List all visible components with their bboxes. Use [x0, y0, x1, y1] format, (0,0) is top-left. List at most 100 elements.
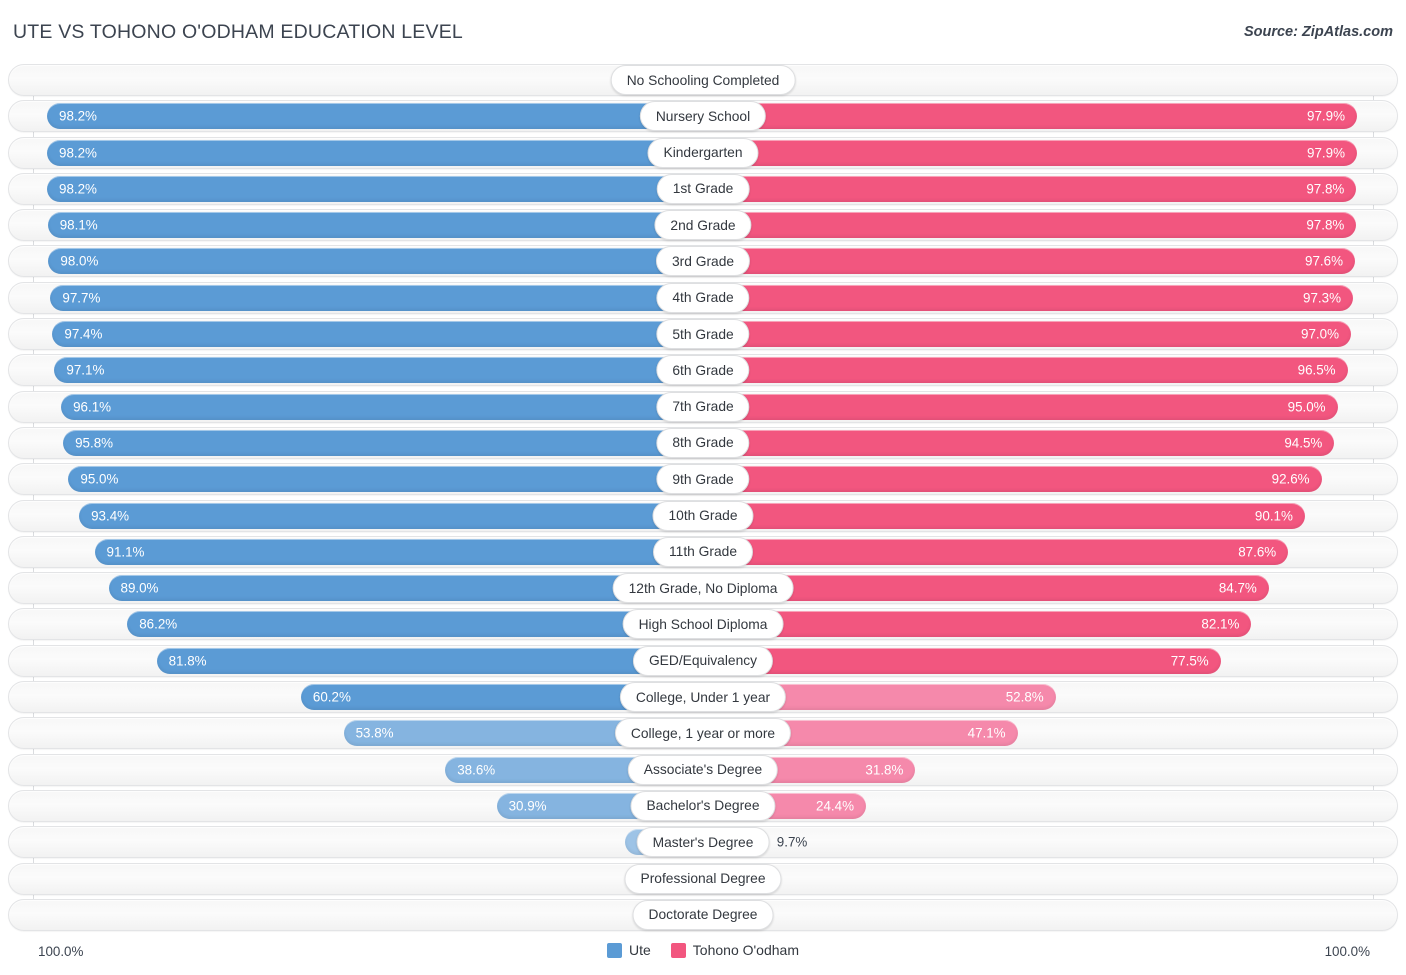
bar-ute[interactable]: 98.1% — [47, 212, 703, 239]
bar-row[interactable]: 2.3%2.3%No Schooling Completed — [0, 64, 1406, 96]
bar-tohono[interactable]: 77.5% — [703, 647, 1221, 674]
category-label[interactable]: No Schooling Completed — [610, 65, 796, 95]
bar-ute[interactable]: 86.2% — [127, 611, 703, 638]
category-label[interactable]: GED/Equivalency — [632, 645, 774, 676]
bar-ute[interactable]: 98.2% — [47, 175, 703, 202]
category-label[interactable]: 11th Grade — [652, 536, 754, 567]
bar-ute[interactable]: 81.8% — [156, 647, 703, 674]
bar-half-tohono: 92.6% — [703, 466, 1406, 493]
plot-area: 2.3%2.3%No Schooling Completed 98.2% 97.9%… — [0, 64, 1406, 936]
bar-tohono[interactable]: 90.1% — [703, 502, 1305, 529]
bar-row[interactable]: 95.0% 92.6% 9th Grade — [0, 463, 1406, 496]
bar-row[interactable]: 96.1% 95.0% 7th Grade — [0, 390, 1406, 423]
bar-value-ute: 89.0% — [120, 580, 159, 596]
category-label[interactable]: Associate's Degree — [627, 754, 779, 785]
bar-value-ute: 98.0% — [60, 253, 99, 269]
category-label[interactable]: 2nd Grade — [654, 210, 752, 241]
bar-row[interactable]: 98.2% 97.9% Kindergarten — [0, 136, 1406, 169]
legend-item[interactable]: Tohono O'odham — [670, 942, 799, 958]
category-label[interactable]: 6th Grade — [656, 355, 750, 386]
bar-half-ute: 11.7% — [0, 829, 703, 856]
bar-row[interactable]: 81.8% 77.5% GED/Equivalency — [0, 644, 1406, 677]
bar-tohono[interactable]: 97.8% — [703, 212, 1357, 239]
category-label[interactable]: 7th Grade — [656, 391, 750, 422]
category-label[interactable]: College, Under 1 year — [619, 682, 787, 713]
bar-ute[interactable]: 97.1% — [54, 357, 703, 384]
bar-tohono[interactable]: 97.8% — [703, 175, 1357, 202]
bar-half-ute: 95.8% — [0, 429, 703, 456]
bar-tohono[interactable]: 95.0% — [703, 393, 1338, 420]
bar-ute[interactable]: 97.7% — [50, 284, 703, 311]
bar-row[interactable]: 30.9% 24.4% Bachelor's Degree — [0, 789, 1406, 822]
category-label[interactable]: 9th Grade — [656, 464, 750, 495]
bar-row[interactable]: 98.2% 97.8% 1st Grade — [0, 172, 1406, 205]
bar-value-ute: 93.4% — [91, 507, 130, 523]
category-label[interactable]: Nursery School — [639, 101, 767, 132]
bar-ute[interactable]: 97.4% — [52, 321, 703, 348]
category-label[interactable]: 8th Grade — [656, 427, 750, 458]
bar-tohono[interactable]: 82.1% — [703, 611, 1252, 638]
category-label[interactable]: 10th Grade — [652, 500, 754, 531]
category-label[interactable]: 12th Grade, No Diploma — [612, 573, 794, 604]
bar-tohono[interactable]: 92.6% — [703, 466, 1322, 493]
bar-row[interactable]: 98.0% 97.6% 3rd Grade — [0, 245, 1406, 278]
category-label[interactable]: Kindergarten — [647, 137, 759, 168]
category-label[interactable]: 3rd Grade — [655, 246, 751, 277]
bar-row[interactable]: 60.2% 52.8% College, Under 1 year — [0, 681, 1406, 714]
bar-tohono[interactable]: 97.6% — [703, 248, 1355, 275]
bar-row[interactable]: 86.2% 82.1% High School Diploma — [0, 608, 1406, 641]
bar-row[interactable]: 89.0% 84.7% 12th Grade, No Diploma — [0, 572, 1406, 605]
bar-row[interactable]: 95.8% 94.5% 8th Grade — [0, 426, 1406, 459]
bar-value-ute: 60.2% — [312, 689, 351, 705]
bar-row[interactable]: 4.0%2.8%Professional Degree — [0, 862, 1406, 895]
bar-tohono[interactable]: 94.5% — [703, 429, 1335, 456]
bar-value-tohono: 97.8% — [1306, 217, 1345, 233]
bar-tohono[interactable]: 97.3% — [703, 284, 1353, 311]
category-label[interactable]: Doctorate Degree — [632, 899, 774, 930]
bar-row[interactable]: 11.7% 9.7% Master's Degree — [0, 826, 1406, 859]
bar-value-ute: 97.7% — [62, 290, 101, 306]
category-label[interactable]: High School Diploma — [622, 609, 784, 640]
bar-ute[interactable]: 95.0% — [68, 466, 703, 493]
bar-value-ute: 97.4% — [64, 326, 103, 342]
bar-row[interactable]: 97.7% 97.3% 4th Grade — [0, 281, 1406, 314]
bar-half-tohono: 47.1% — [703, 720, 1406, 747]
bar-ute[interactable]: 95.8% — [63, 429, 703, 456]
bar-ute[interactable]: 91.1% — [94, 538, 703, 565]
category-label[interactable]: 4th Grade — [656, 282, 750, 313]
bar-row[interactable]: 2.0%1.5%Doctorate Degree — [0, 898, 1406, 931]
category-label[interactable]: Bachelor's Degree — [630, 790, 776, 821]
bar-half-tohono: 97.8% — [703, 212, 1406, 239]
category-label[interactable]: Master's Degree — [636, 827, 770, 858]
bar-half-ute: 38.6% — [0, 756, 703, 783]
bar-tohono[interactable]: 97.9% — [703, 139, 1357, 166]
bar-value-tohono: 96.5% — [1297, 362, 1336, 378]
bar-tohono[interactable]: 97.0% — [703, 321, 1351, 348]
category-label[interactable]: 1st Grade — [656, 173, 750, 204]
bar-row[interactable]: 91.1% 87.6% 11th Grade — [0, 535, 1406, 568]
bar-tohono[interactable]: 87.6% — [703, 538, 1289, 565]
bar-row[interactable]: 97.4% 97.0% 5th Grade — [0, 318, 1406, 351]
bar-ute[interactable]: 98.2% — [47, 103, 703, 130]
bar-ute[interactable]: 93.4% — [79, 502, 703, 529]
category-label[interactable]: 5th Grade — [656, 319, 750, 350]
bar-row[interactable]: 38.6% 31.8% Associate's Degree — [0, 753, 1406, 786]
category-label[interactable]: College, 1 year or more — [614, 718, 792, 749]
bar-half-tohono: 87.6% — [703, 538, 1406, 565]
bar-row[interactable]: 98.2% 97.9% Nursery School — [0, 100, 1406, 133]
bar-half-tohono: 52.8% — [703, 684, 1406, 711]
bar-row[interactable]: 53.8% 47.1% College, 1 year or more — [0, 717, 1406, 750]
bar-half-tohono: 82.1% — [703, 611, 1406, 638]
category-label[interactable]: Professional Degree — [624, 863, 782, 894]
bar-row[interactable]: 93.4% 90.1% 10th Grade — [0, 499, 1406, 532]
bar-row[interactable]: 97.1% 96.5% 6th Grade — [0, 354, 1406, 387]
bar-ute[interactable]: 98.2% — [47, 139, 703, 166]
bar-half-tohono: 2.8% — [703, 865, 1406, 892]
bar-half-tohono: 2.3% — [703, 67, 1406, 93]
legend-item[interactable]: Ute — [607, 942, 651, 958]
bar-tohono[interactable]: 96.5% — [703, 357, 1348, 384]
bar-tohono[interactable]: 97.9% — [703, 103, 1357, 130]
bar-ute[interactable]: 98.0% — [48, 248, 703, 275]
bar-row[interactable]: 98.1% 97.8% 2nd Grade — [0, 209, 1406, 242]
bar-ute[interactable]: 96.1% — [61, 393, 703, 420]
